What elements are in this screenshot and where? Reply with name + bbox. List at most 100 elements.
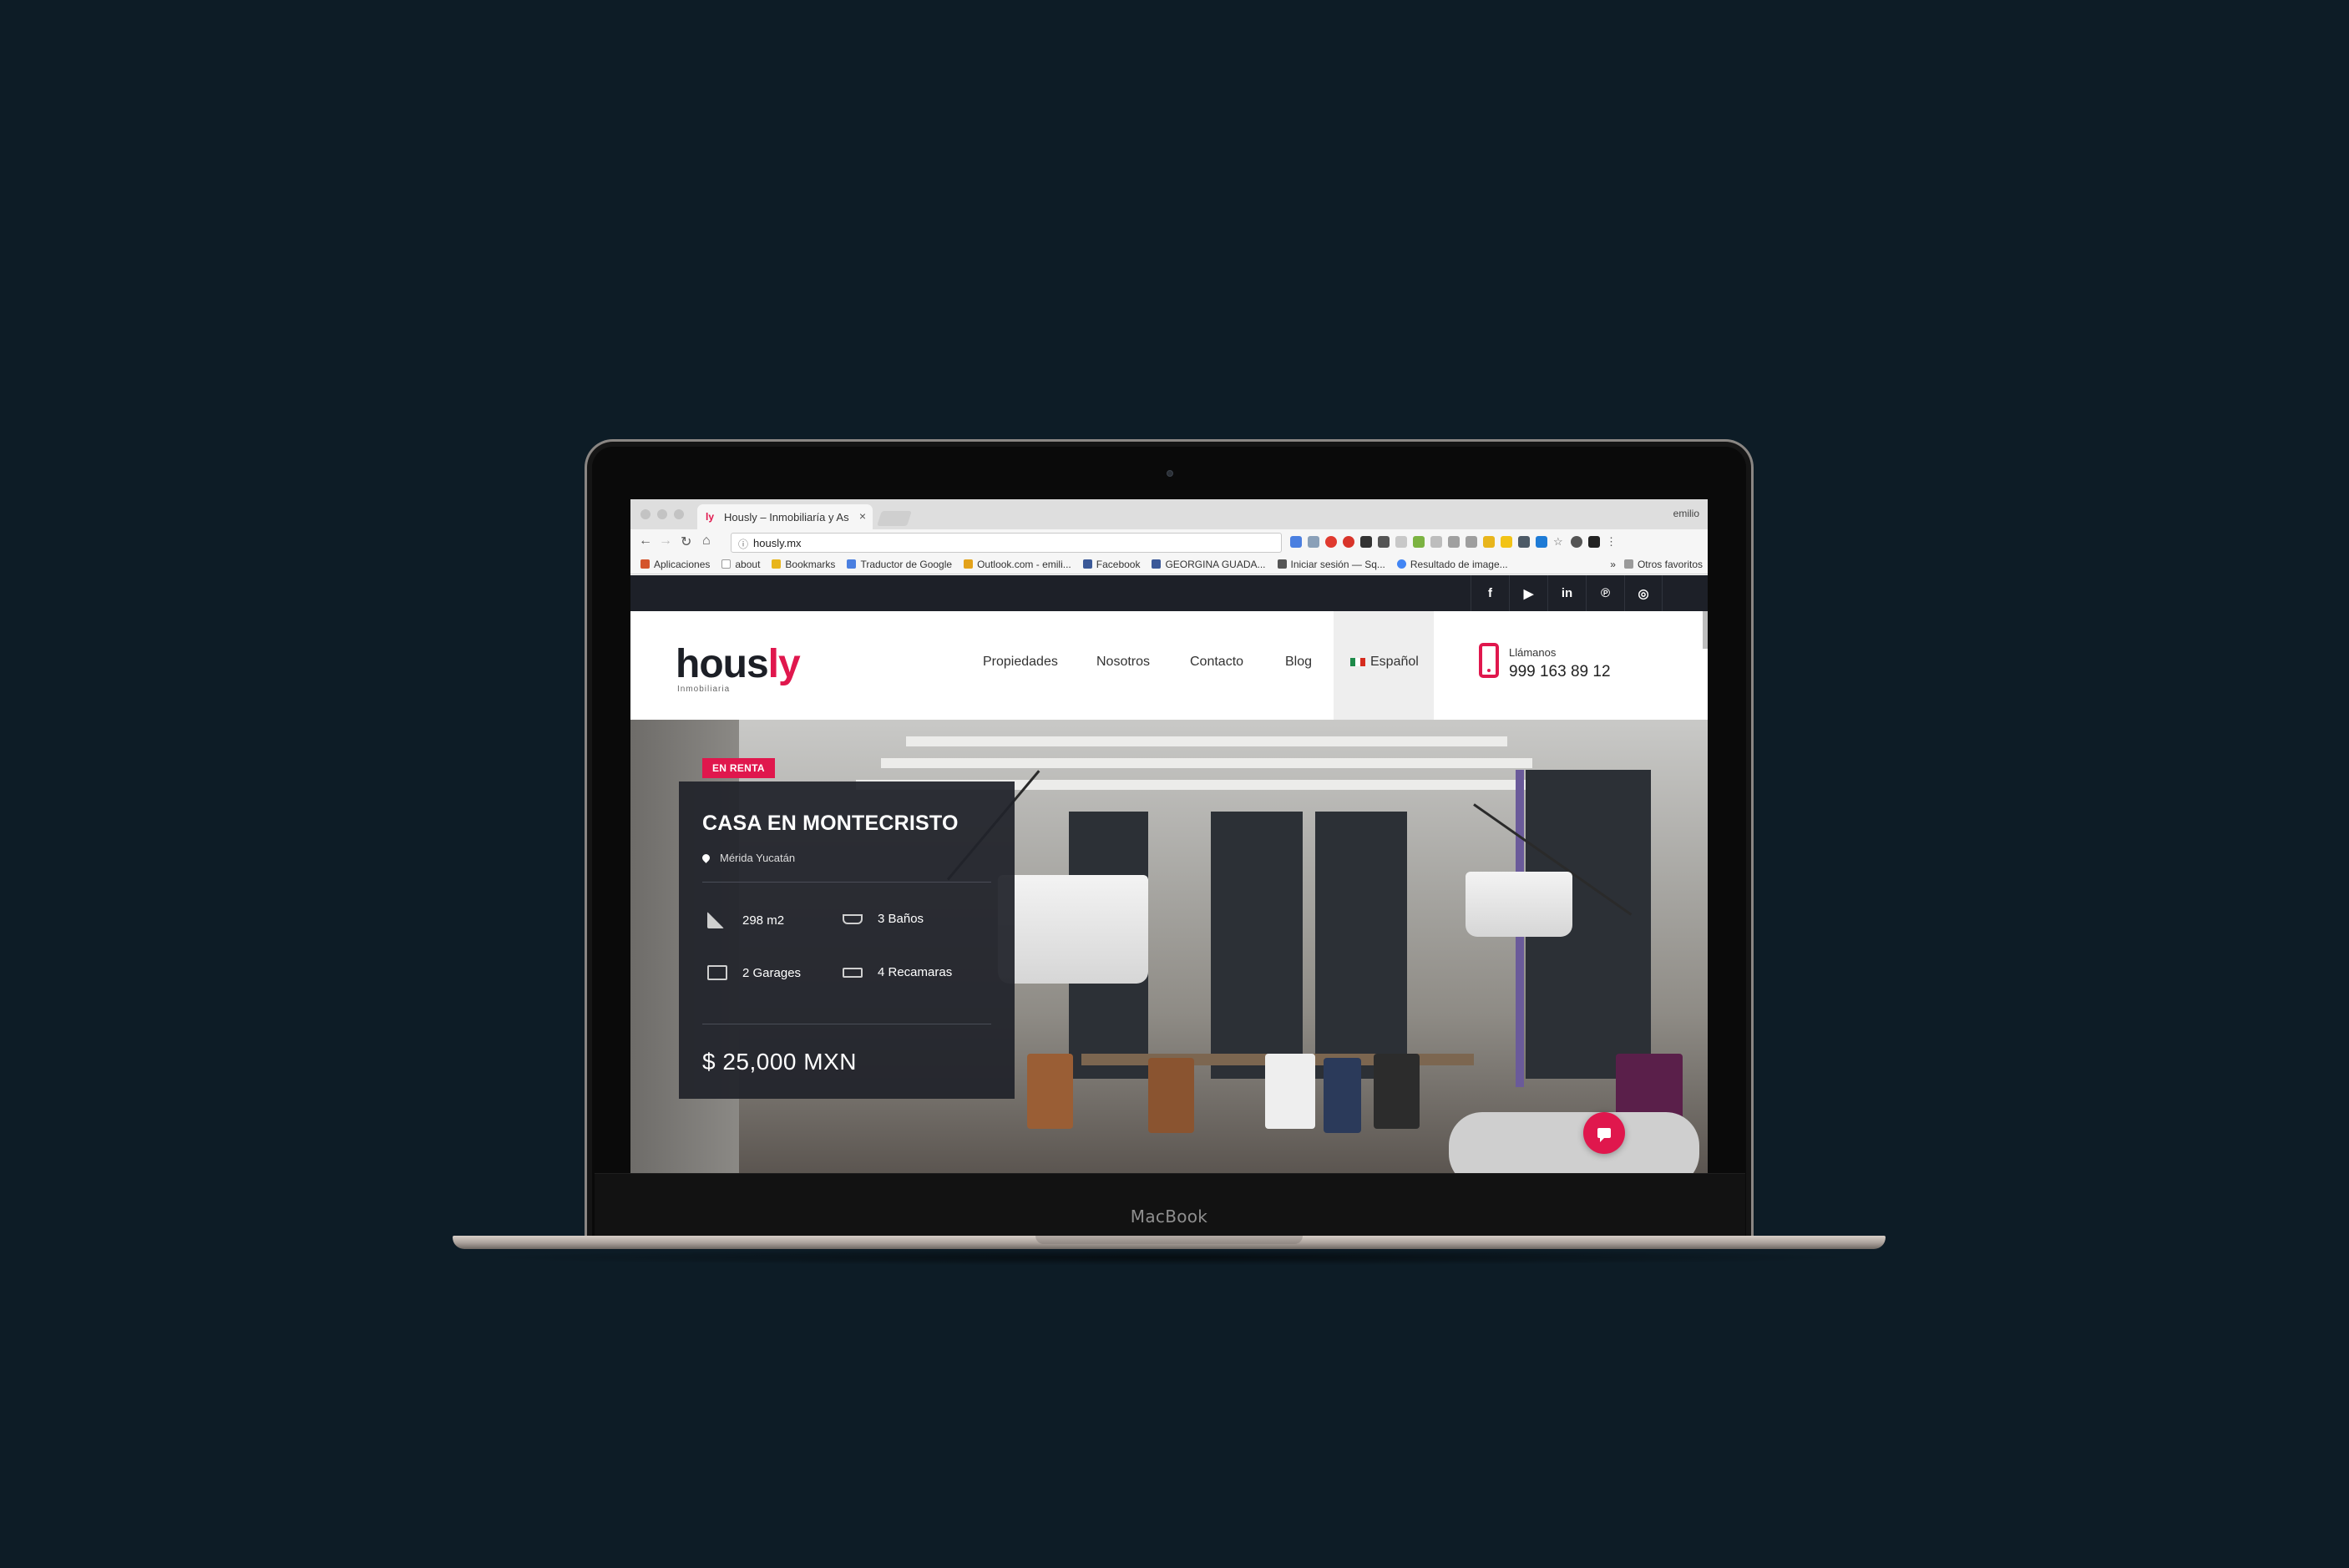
screen: ly Hously – Inmobiliaría y Asesor × emil…: [630, 499, 1708, 1174]
area-icon: [707, 912, 724, 928]
instagram-icon[interactable]: ◎: [1624, 575, 1663, 611]
language-selector[interactable]: Español: [1334, 611, 1434, 720]
extension-icon[interactable]: [1430, 536, 1442, 548]
vimeo-extension-icon[interactable]: [1536, 536, 1547, 548]
linkedin-icon[interactable]: in: [1547, 575, 1586, 611]
outlook-icon: [964, 559, 974, 569]
translate-extension-icon[interactable]: [1290, 536, 1302, 548]
bookmark-label: about: [735, 558, 761, 570]
site-logo[interactable]: hously Inmobiliaria: [676, 642, 801, 695]
chair: [1265, 1054, 1315, 1129]
page-scrollbar[interactable]: [1703, 611, 1708, 649]
translate-icon: [847, 559, 857, 569]
other-bookmarks-label: Otros favoritos: [1637, 558, 1703, 570]
bookmark-label: Aplicaciones: [654, 558, 711, 570]
lamp-shade: [998, 875, 1148, 984]
chair: [1148, 1058, 1194, 1133]
forward-icon[interactable]: →: [659, 534, 672, 549]
hero-image: EN RENTA CASA EN MONTECRISTO Mérida Yuca…: [630, 720, 1708, 1174]
logo-accent: ly: [767, 642, 801, 686]
laptop-chin: [595, 1173, 1745, 1237]
extension-icon[interactable]: [1518, 536, 1530, 548]
nav-propiedades[interactable]: Propiedades: [983, 655, 1058, 670]
close-window-icon[interactable]: [640, 509, 651, 519]
feature-label: 298 m2: [742, 913, 785, 928]
nav-contacto[interactable]: Contacto: [1190, 655, 1243, 670]
opera-extension-icon[interactable]: [1325, 536, 1337, 548]
extension-icon[interactable]: [1571, 536, 1582, 548]
browser-tab[interactable]: ly Hously – Inmobiliaría y Asesor ×: [697, 504, 873, 529]
home-icon[interactable]: ⌂: [702, 534, 711, 549]
phone-number[interactable]: 999 163 89 12: [1509, 663, 1611, 681]
maximize-window-icon[interactable]: [674, 509, 684, 519]
bookmark-item[interactable]: GEORGINA GUADA...: [1152, 558, 1266, 570]
bookmark-item[interactable]: Bookmarks: [772, 559, 835, 570]
extension-icon[interactable]: [1466, 536, 1477, 548]
camera-icon: [1167, 470, 1173, 477]
extension-icon[interactable]: [1395, 536, 1407, 548]
bookmark-item[interactable]: Traductor de Google: [847, 559, 952, 570]
property-title[interactable]: CASA EN MONTECRISTO: [702, 812, 959, 836]
extension-icon[interactable]: [1413, 536, 1425, 548]
nav-blog[interactable]: Blog: [1285, 655, 1312, 670]
location-label: Mérida Yucatán: [720, 852, 796, 864]
extension-icon[interactable]: [1448, 536, 1460, 548]
menu-kebab-icon[interactable]: ⋮: [1606, 536, 1617, 548]
chat-button[interactable]: [1583, 1112, 1625, 1154]
adblock-extension-icon[interactable]: [1343, 536, 1354, 548]
back-icon[interactable]: ←: [639, 534, 652, 549]
bookmark-label: Resultado de image...: [1410, 558, 1508, 570]
feature-baths: 3 Baños: [843, 912, 924, 926]
bookmark-item[interactable]: about: [721, 559, 760, 570]
extension-icon[interactable]: [1501, 536, 1512, 548]
extension-icon[interactable]: [1308, 536, 1319, 548]
extension-icon[interactable]: [1483, 536, 1495, 548]
sofa: [1449, 1112, 1699, 1174]
folder-icon: [1623, 559, 1633, 569]
pocket-extension-icon[interactable]: [1378, 536, 1390, 548]
hero-window: [1315, 812, 1407, 1079]
tab-title: Hously – Inmobiliaría y Asesor: [724, 510, 849, 524]
feature-label: 4 Recamaras: [878, 965, 953, 979]
browser-tabstrip: ly Hously – Inmobiliaría y Asesor × emil…: [630, 499, 1708, 529]
feature-label: 3 Baños: [878, 912, 924, 926]
extension-icon[interactable]: [1588, 536, 1600, 548]
pinterest-icon[interactable]: ℗: [1586, 575, 1624, 611]
laptop-shadow: [468, 1249, 1871, 1266]
star-bookmark-icon[interactable]: ☆: [1553, 536, 1565, 548]
tab-close-icon[interactable]: ×: [859, 509, 866, 523]
download-extension-icon[interactable]: [1360, 536, 1372, 548]
bookmark-label: GEORGINA GUADA...: [1165, 558, 1266, 570]
map-pin-icon: [701, 852, 711, 863]
bookmark-item[interactable]: Aplicaciones: [640, 559, 710, 570]
ceiling-beam: [881, 758, 1532, 768]
logo-main: hous: [676, 642, 769, 686]
feature-label: 2 Garages: [742, 965, 802, 980]
google-icon: [1396, 559, 1406, 569]
browser-toolbar: ← → ↻ ⌂ ⓘ hously.mx ☆ ⋮: [630, 529, 1708, 554]
laptop-brand-label: MacBook: [1130, 1206, 1208, 1227]
bookmark-item[interactable]: Outlook.com - emili...: [964, 559, 1071, 570]
facebook-icon[interactable]: f: [1471, 575, 1509, 611]
property-card[interactable]: CASA EN MONTECRISTO Mérida Yucatán 298 m…: [679, 781, 1015, 1099]
bookmark-label: Bookmarks: [785, 558, 836, 570]
chat-icon: [1597, 1128, 1611, 1142]
ceiling-beam: [906, 736, 1507, 746]
reload-icon[interactable]: ↻: [681, 534, 691, 550]
new-tab-button[interactable]: [877, 511, 912, 526]
profile-name[interactable]: emilio: [1673, 508, 1699, 519]
info-icon[interactable]: ⓘ: [738, 537, 748, 551]
bookmark-label: Traductor de Google: [860, 558, 953, 570]
bookmark-item[interactable]: Iniciar sesión — Sq...: [1277, 559, 1385, 570]
address-bar[interactable]: ⓘ hously.mx: [731, 533, 1282, 553]
bookmarks-overflow-icon[interactable]: »: [1610, 559, 1616, 570]
bookmark-item[interactable]: Resultado de image...: [1396, 558, 1508, 570]
other-bookmarks[interactable]: » Otros favoritos: [1610, 559, 1703, 570]
bookmark-item[interactable]: Facebook: [1082, 559, 1140, 570]
facebook-icon: [1082, 559, 1092, 569]
nav-nosotros[interactable]: Nosotros: [1096, 655, 1150, 670]
youtube-icon[interactable]: ▶: [1509, 575, 1547, 611]
bookmarks-bar: Aplicaciones about Bookmarks Traductor d…: [630, 554, 1708, 574]
card-divider: [702, 882, 991, 883]
minimize-window-icon[interactable]: [657, 509, 667, 519]
